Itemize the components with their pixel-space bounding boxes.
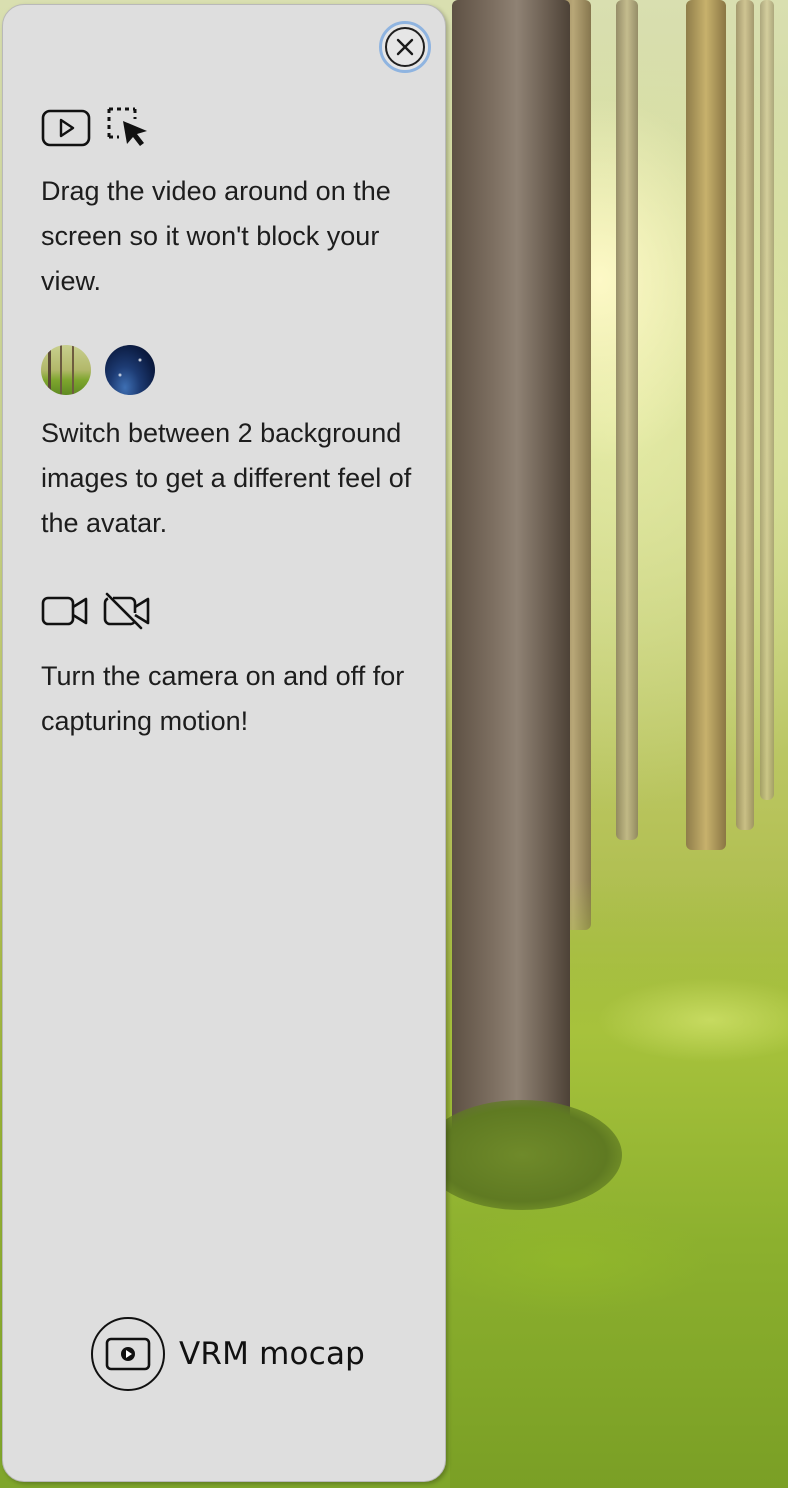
tree-trunk <box>616 0 638 840</box>
app-window: Drag the video around on the screen so i… <box>0 0 788 1488</box>
brand-logo-link[interactable]: VRM mocap <box>91 1317 365 1391</box>
video-play-icon <box>91 1317 165 1391</box>
drag-select-cursor-icon <box>105 105 151 151</box>
video-play-icon <box>41 108 91 148</box>
drag-icons-row <box>41 105 151 151</box>
camera-icons-row <box>41 591 151 631</box>
tree-trunk-main <box>422 0 622 1210</box>
background-description: Switch between 2 background images to ge… <box>41 418 412 538</box>
brand-name: VRM mocap <box>179 1336 366 1372</box>
tree-trunk <box>736 0 754 830</box>
camera-off-icon <box>103 591 151 631</box>
camera-on-icon <box>41 591 89 631</box>
tree-trunk <box>760 0 774 800</box>
close-button[interactable] <box>379 21 431 73</box>
forest-background-thumbnail[interactable] <box>41 345 91 395</box>
camera-description: Turn the camera on and off for capturing… <box>41 661 405 736</box>
space-background-thumbnail[interactable] <box>105 345 155 395</box>
help-panel: Drag the video around on the screen so i… <box>2 4 446 1482</box>
tree-trunk <box>686 0 726 850</box>
background-switch-row <box>41 345 155 395</box>
drag-description: Drag the video around on the screen so i… <box>41 176 391 296</box>
close-icon <box>385 27 425 67</box>
